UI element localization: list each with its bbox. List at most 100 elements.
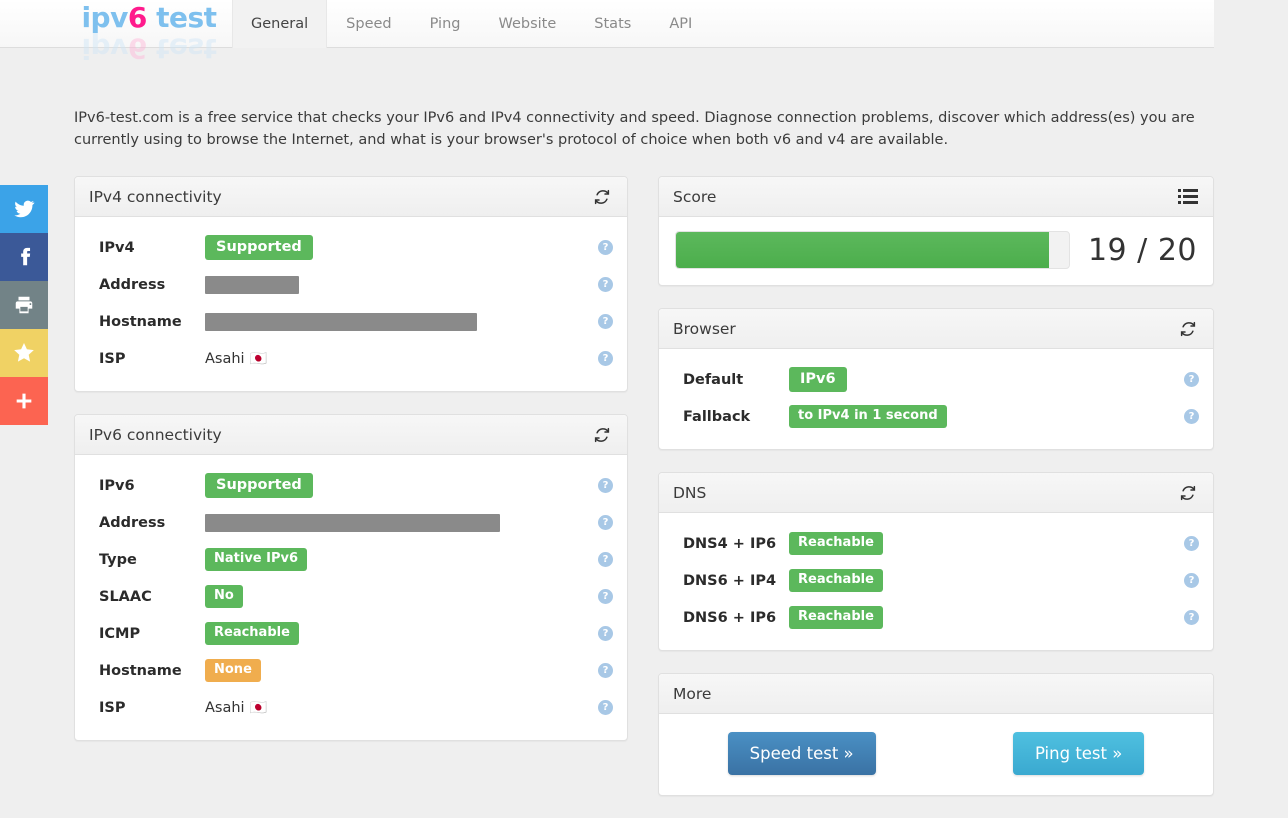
score-details-icon[interactable]: [1177, 186, 1199, 208]
help-icon[interactable]: ?: [1184, 372, 1199, 387]
browser-row-default-label: Default: [683, 371, 744, 388]
isp-value: Asahi 🇯🇵: [205, 700, 267, 716]
dns-panel-header: DNS: [659, 473, 1213, 513]
ipv6-row-icmp-value: Reachable: [205, 622, 591, 645]
dns-row-dns6-ip6-help: ?: [1177, 610, 1199, 625]
dns-row-dns6-ip6-label: DNS6 + IP6: [683, 609, 777, 626]
ipv6-row-type: Type Native IPv6 ?: [75, 541, 627, 578]
ipv6-row-icmp-label: ICMP: [99, 625, 141, 642]
status-badge: to IPv4 in 1 second: [789, 405, 947, 428]
ipv4-row-isp-help: ?: [591, 351, 613, 366]
ipv6-panel-body: IPv6 Supported ? Address ? Type Native I…: [75, 455, 627, 740]
ipv4-row-hostname-label: Hostname: [99, 313, 182, 330]
ipv6-row-address: Address ?: [75, 504, 627, 541]
ipv6-row-icmp: ICMP Reachable ?: [75, 615, 627, 652]
isp-name: Asahi: [205, 350, 245, 367]
tab-api[interactable]: API: [650, 0, 711, 48]
help-icon[interactable]: ?: [598, 663, 613, 678]
more-panel-body: Speed test » Ping test »: [659, 714, 1213, 795]
ipv6-refresh-icon[interactable]: [591, 424, 613, 446]
main-nav-tabs: General Speed Ping Website Stats API: [232, 0, 711, 48]
browser-row-fallback-help: ?: [1177, 409, 1199, 424]
more-panel-title: More: [673, 684, 712, 703]
dns-row-dns6-ip4-value: Reachable: [789, 569, 1177, 592]
dns-row-dns4-ip6-value: Reachable: [789, 532, 1177, 555]
speed-test-button[interactable]: Speed test »: [727, 732, 876, 775]
right-column: Score 19 / 20 Browser Default IPv6 ? Fal…: [658, 176, 1214, 818]
ipv6-panel-header: IPv6 connectivity: [75, 415, 627, 455]
score-panel: Score 19 / 20: [658, 176, 1214, 286]
help-icon[interactable]: ?: [598, 277, 613, 292]
more-panel: More Speed test » Ping test »: [658, 673, 1214, 796]
help-icon[interactable]: ?: [1184, 573, 1199, 588]
ping-test-button[interactable]: Ping test »: [1012, 732, 1145, 775]
tab-stats[interactable]: Stats: [575, 0, 650, 48]
score-panel-body: 19 / 20: [659, 217, 1213, 285]
browser-panel-title: Browser: [673, 319, 736, 338]
twitter-share-button[interactable]: [0, 185, 48, 233]
help-icon[interactable]: ?: [1184, 409, 1199, 424]
browser-panel: Browser Default IPv6 ? Fallback to IPv4 …: [658, 308, 1214, 450]
help-icon[interactable]: ?: [598, 351, 613, 366]
status-badge: IPv6: [789, 366, 847, 393]
help-icon[interactable]: ?: [598, 478, 613, 493]
ipv6-row-isp-value: Asahi 🇯🇵: [205, 700, 591, 716]
help-icon[interactable]: ?: [598, 700, 613, 715]
ipv4-connectivity-panel: IPv4 connectivity IPv4 Supported ? Addre…: [74, 176, 628, 392]
site-logo[interactable]: ipv6 test ipv6 test: [74, 0, 224, 66]
ipv6-row-slaac: SLAAC No ?: [75, 578, 627, 615]
ipv4-panel-header: IPv4 connectivity: [75, 177, 627, 217]
ipv6-row-hostname-value: None: [205, 659, 591, 682]
favorite-button[interactable]: [0, 329, 48, 377]
ipv4-refresh-icon[interactable]: [591, 186, 613, 208]
facebook-share-button[interactable]: [0, 233, 48, 281]
help-icon[interactable]: ?: [1184, 610, 1199, 625]
dns-row-dns6-ip4: DNS6 + IP4 Reachable ?: [659, 562, 1213, 599]
redacted-value: [205, 312, 477, 331]
tab-website[interactable]: Website: [479, 0, 575, 48]
ipv6-row-isp: ISP Asahi 🇯🇵 ?: [75, 689, 627, 726]
ipv4-row-hostname-value: [205, 312, 591, 331]
help-icon[interactable]: ?: [598, 515, 613, 530]
browser-row-fallback: Fallback to IPv4 in 1 second ?: [659, 398, 1213, 435]
plus-icon: [13, 390, 35, 412]
print-button[interactable]: [0, 281, 48, 329]
help-icon[interactable]: ?: [598, 552, 613, 567]
intro-paragraph: IPv6-test.com is a free service that che…: [74, 109, 1195, 148]
ipv6-row-slaac-value: No: [205, 585, 591, 608]
logo-text: ipv6 test: [81, 1, 217, 34]
ipv4-row-address-value: [205, 275, 591, 294]
status-badge: Supported: [205, 472, 313, 499]
ipv4-row-address: Address ?: [75, 266, 627, 303]
ipv6-row-address-help: ?: [591, 515, 613, 530]
status-badge: Supported: [205, 234, 313, 261]
ipv6-row-isp-label: ISP: [99, 699, 126, 716]
more-share-button[interactable]: [0, 377, 48, 425]
dns-panel-title: DNS: [673, 483, 707, 502]
dns-refresh-icon[interactable]: [1177, 482, 1199, 504]
logo-text-six: 6: [127, 1, 147, 34]
ipv4-row-ipv4-help: ?: [591, 240, 613, 255]
help-icon[interactable]: ?: [598, 240, 613, 255]
tab-speed[interactable]: Speed: [327, 0, 410, 48]
more-panel-header: More: [659, 674, 1213, 714]
tab-ping[interactable]: Ping: [411, 0, 480, 48]
ipv6-row-slaac-label: SLAAC: [99, 588, 152, 605]
ipv6-row-ipv6-label: IPv6: [99, 477, 135, 494]
status-badge: Native IPv6: [205, 548, 308, 571]
help-icon[interactable]: ?: [598, 626, 613, 641]
dns-row-dns4-ip6-label: DNS4 + IP6: [683, 535, 777, 552]
ipv6-row-ipv6-help: ?: [591, 478, 613, 493]
tab-general[interactable]: General: [232, 0, 328, 48]
browser-row-default: Default IPv6 ?: [659, 361, 1213, 398]
dns-row-dns4-ip6: DNS4 + IP6 Reachable ?: [659, 525, 1213, 562]
ipv6-panel-title: IPv6 connectivity: [89, 425, 222, 444]
help-icon[interactable]: ?: [598, 589, 613, 604]
help-icon[interactable]: ?: [598, 314, 613, 329]
help-icon[interactable]: ?: [1184, 536, 1199, 551]
logo-text-test: test: [146, 1, 217, 34]
ipv4-row-address-help: ?: [591, 277, 613, 292]
ipv6-connectivity-panel: IPv6 connectivity IPv6 Supported ? Addre…: [74, 414, 628, 741]
browser-refresh-icon[interactable]: [1177, 318, 1199, 340]
ipv6-row-ipv6: IPv6 Supported ?: [75, 467, 627, 504]
